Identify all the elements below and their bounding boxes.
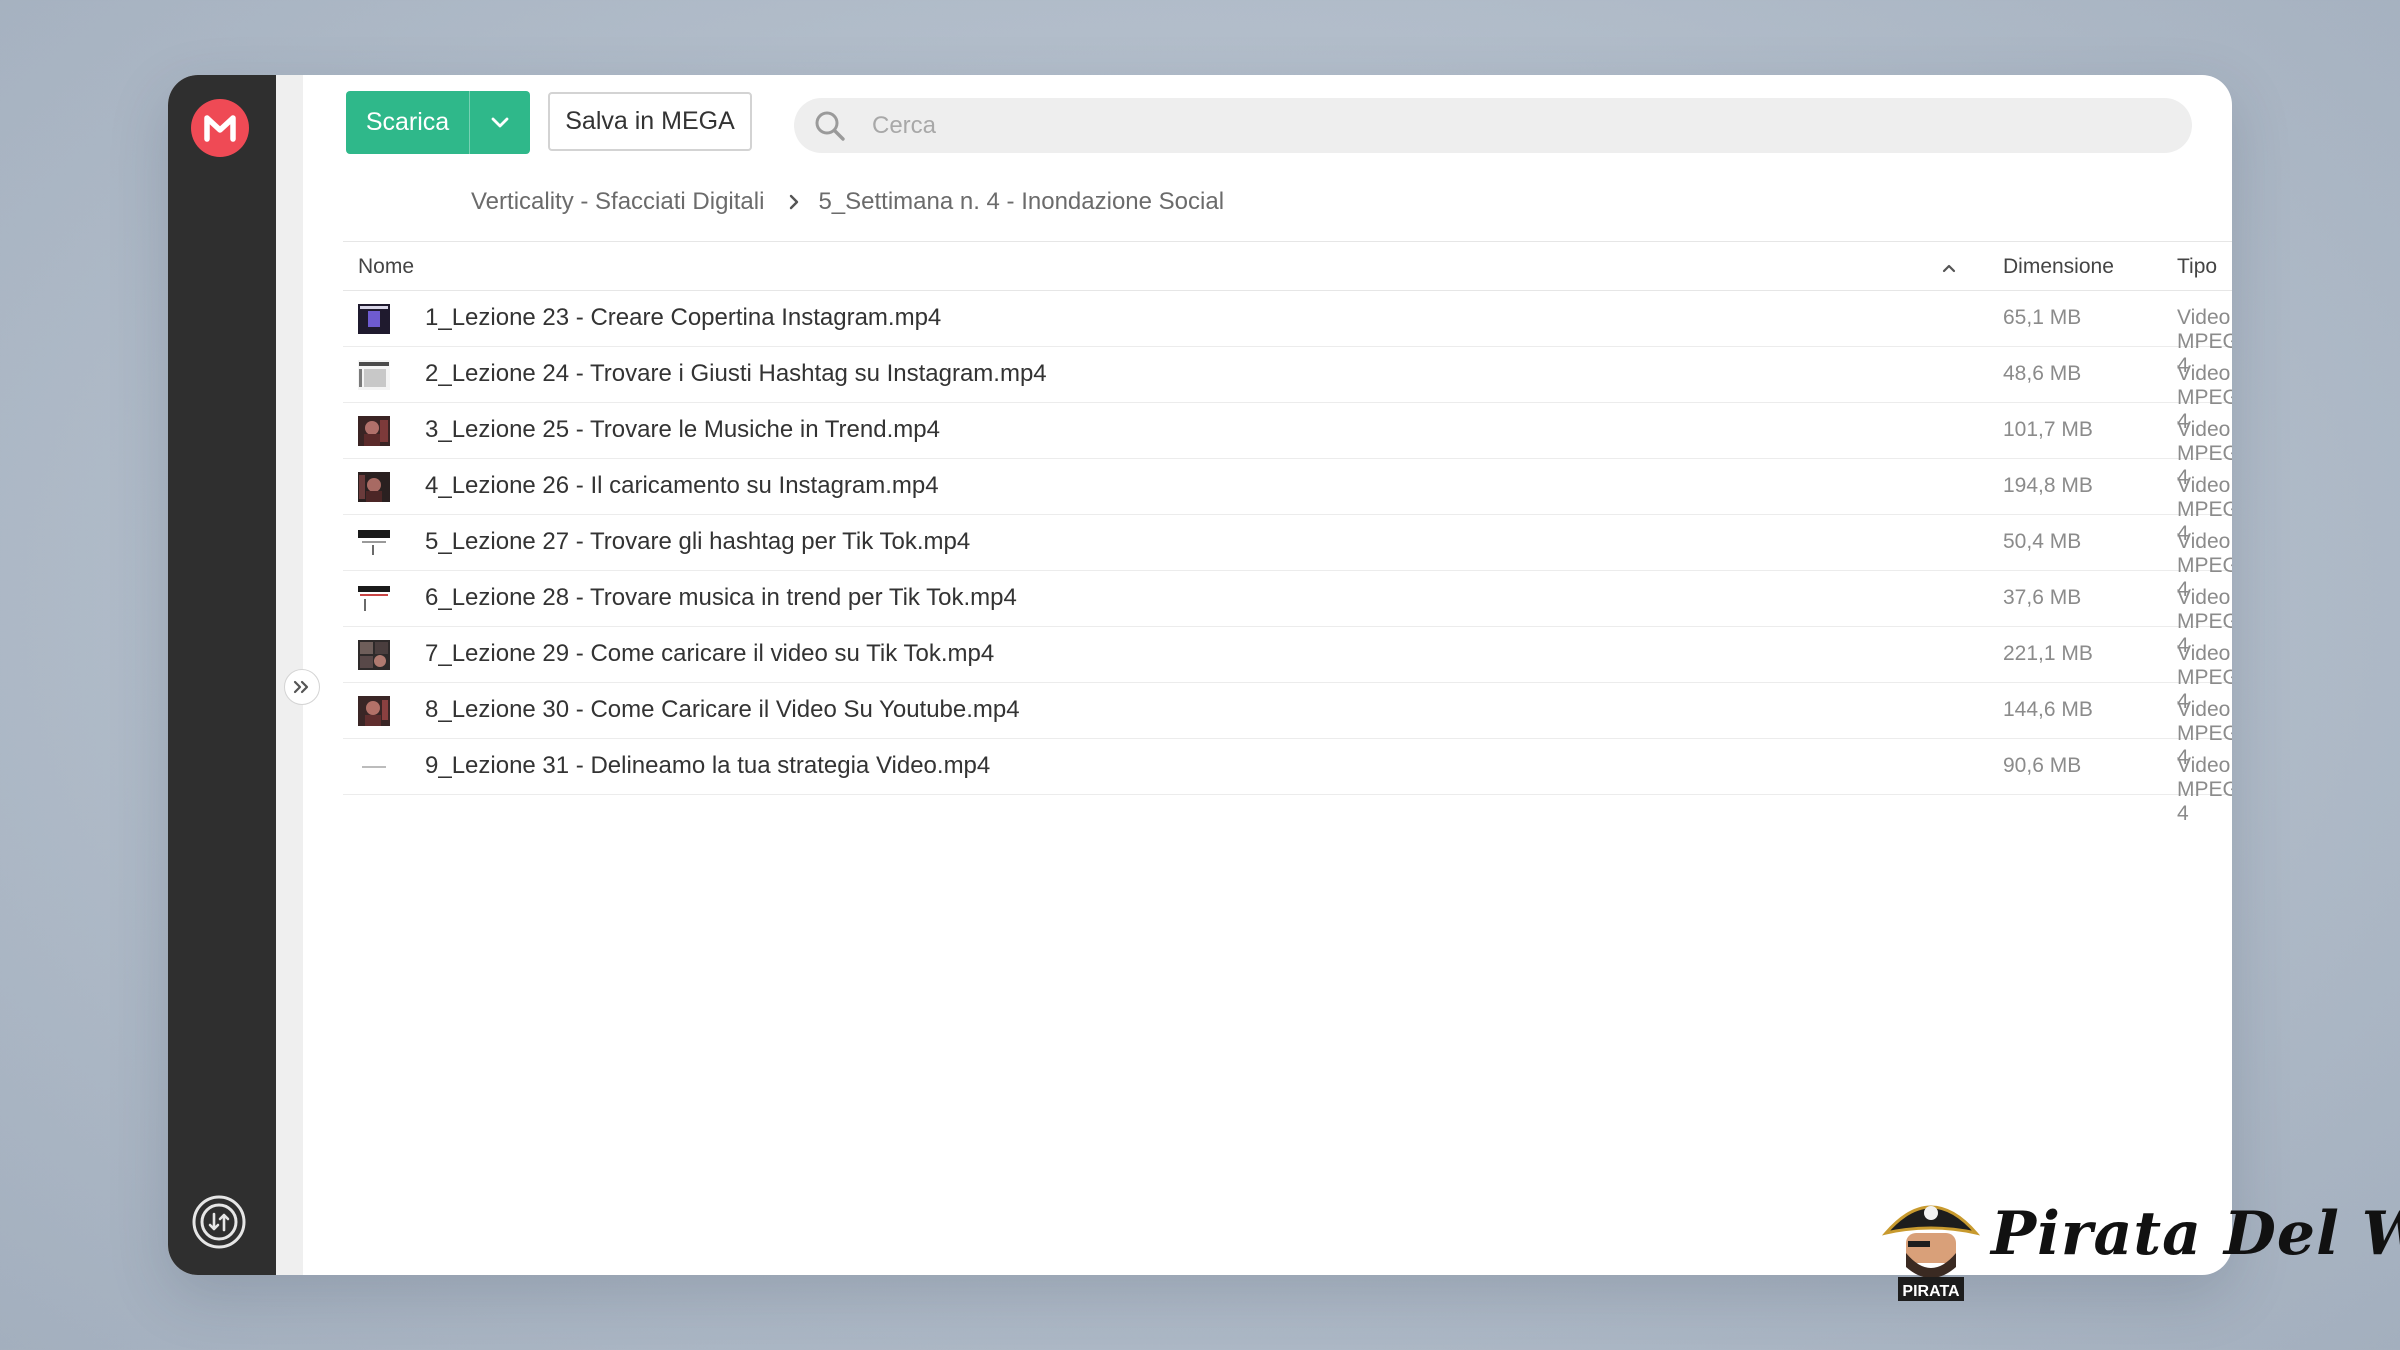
video-thumbnail-icon [358,584,390,614]
chevron-down-icon [491,117,509,127]
table-row[interactable]: 4_Lezione 26 - Il caricamento su Instagr… [343,459,2232,545]
download-options-dropdown[interactable] [469,91,530,154]
table-row[interactable]: 1_Lezione 23 - Creare Copertina Instagra… [343,291,2232,377]
video-thumbnail-icon [358,752,390,782]
file-name: 5_Lezione 27 - Trovare gli hashtag per T… [425,528,971,555]
breadcrumb: Verticality - Sfacciati Digitali 5_Setti… [471,182,1224,222]
table-row[interactable]: 7_Lezione 29 - Come caricare il video su… [343,627,2232,713]
pirate-mascot-icon: PIRATA [1881,1205,1981,1301]
column-header-size[interactable]: Dimensione [2003,255,2114,279]
file-name: 8_Lezione 30 - Come Caricare il Video Su… [425,696,1020,723]
file-size: 65,1 MB [2003,306,2082,329]
file-size: 101,7 MB [2003,418,2093,441]
file-name: 6_Lezione 28 - Trovare musica in trend p… [425,584,1017,611]
video-thumbnail-icon [358,696,390,726]
file-size: 144,6 MB [2003,698,2093,721]
file-name: 4_Lezione 26 - Il caricamento su Instagr… [425,472,939,499]
save-to-mega-button[interactable]: Salva in MEGA [548,92,752,151]
table-row[interactable]: 2_Lezione 24 - Trovare i Giusti Hashtag … [343,347,2232,433]
table-row[interactable]: 9_Lezione 31 - Delineamo la tua strategi… [343,739,2232,825]
file-size: 50,4 MB [2003,530,2082,553]
search-icon [815,111,845,141]
video-thumbnail-icon [358,304,390,334]
main-content: Scarica Salva in MEGA Verticality - Sfac… [303,75,2232,1275]
table-row[interactable]: 8_Lezione 30 - Come Caricare il Video Su… [343,683,2232,769]
column-header-name[interactable]: Nome [358,255,414,279]
breadcrumb-item-parent[interactable]: Verticality - Sfacciati Digitali [471,188,764,216]
table-row[interactable]: 5_Lezione 27 - Trovare gli hashtag per T… [343,515,2232,601]
file-name: 3_Lezione 25 - Trovare le Musiche in Tre… [425,416,940,443]
file-table: Nome Dimensione Tipo 1_Lezione 23 - Crea… [343,241,2232,825]
video-thumbnail-icon [358,528,390,558]
transfer-manager-icon[interactable] [191,1194,247,1250]
video-thumbnail-icon [358,360,390,390]
watermark-badge-text: PIRATA [1902,1283,1960,1300]
file-name: 7_Lezione 29 - Come caricare il video su… [425,640,995,667]
video-thumbnail-icon [358,640,390,670]
breadcrumb-item-current[interactable]: 5_Settimana n. 4 - Inondazione Social [818,188,1224,216]
download-button-group: Scarica [346,91,530,154]
table-row[interactable]: 3_Lezione 25 - Trovare le Musiche in Tre… [343,403,2232,489]
file-size: 221,1 MB [2003,642,2093,665]
video-thumbnail-icon [358,472,390,502]
video-thumbnail-icon [358,416,390,446]
file-size: 48,6 MB [2003,362,2082,385]
file-size: 90,6 MB [2003,754,2082,777]
file-name: 9_Lezione 31 - Delineamo la tua strategi… [425,752,991,779]
search-bar [794,98,2192,153]
file-size: 194,8 MB [2003,474,2093,497]
file-name: 1_Lezione 23 - Creare Copertina Instagra… [425,304,942,331]
pirata-del-web-watermark: PIRATA Pirata Del Web [1876,1185,2400,1305]
file-type: Video MPEG-4 [2177,754,2232,825]
mega-m-icon [204,115,236,142]
file-name: 2_Lezione 24 - Trovare i Giusti Hashtag … [425,360,1047,387]
file-size: 37,6 MB [2003,586,2082,609]
chevron-right-icon [788,194,800,210]
sort-ascending-icon[interactable] [1941,256,1957,280]
table-row[interactable]: 6_Lezione 28 - Trovare musica in trend p… [343,571,2232,657]
watermark-text: Pirata Del Web [1991,1199,2400,1269]
mega-logo[interactable] [191,99,249,157]
column-header-type[interactable]: Tipo [2177,255,2217,279]
mega-window: Scarica Salva in MEGA Verticality - Sfac… [168,75,2232,1275]
sidebar [168,75,276,1275]
table-header: Nome Dimensione Tipo [343,241,2232,291]
download-button[interactable]: Scarica [346,91,469,154]
search-input[interactable] [870,110,2074,141]
